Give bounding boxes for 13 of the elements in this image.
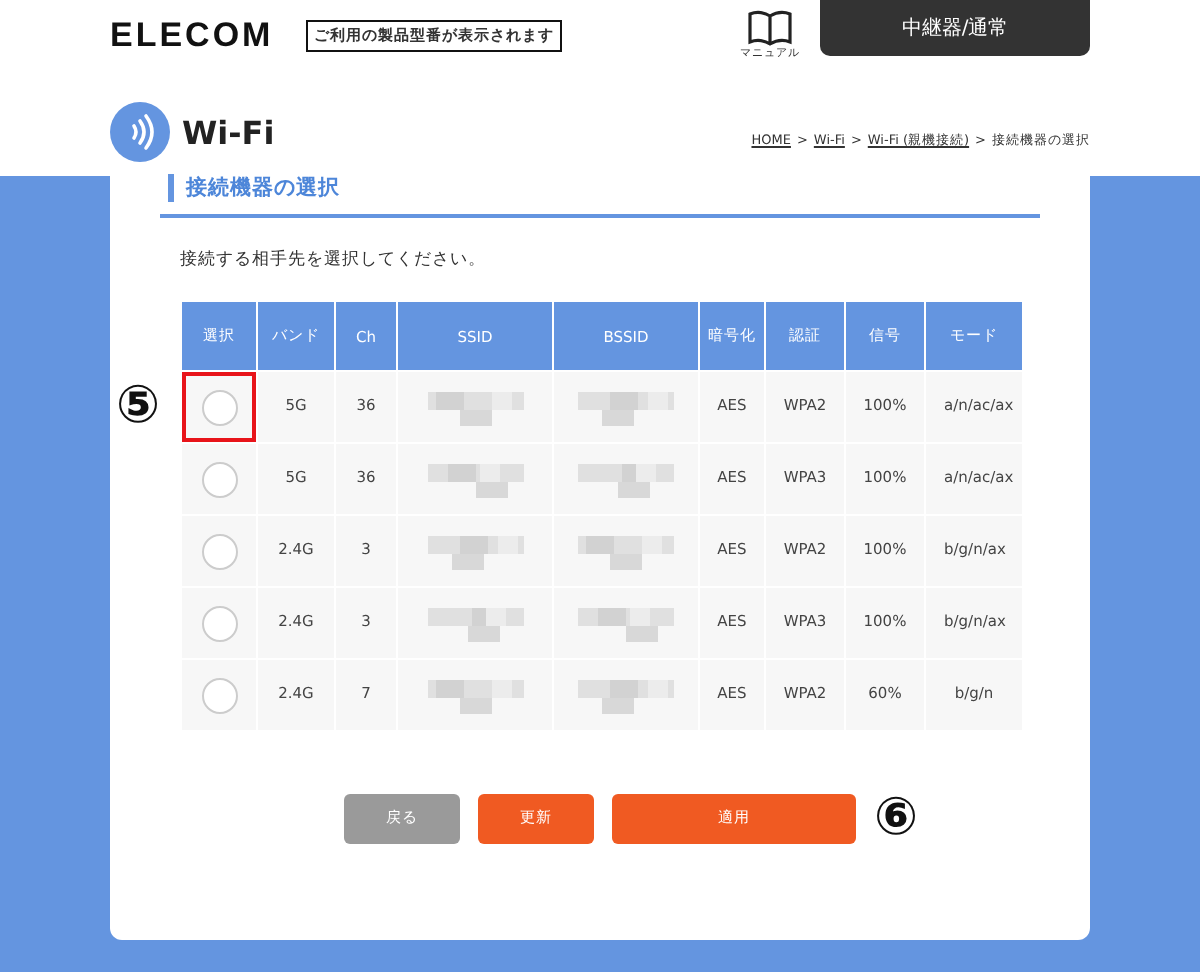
instruction-text: 接続する相手先を選択してください。 [180,248,488,272]
step-number: ⑤ [116,380,161,432]
radio-button[interactable] [201,533,237,569]
section-heading: 接続機器の選択 [168,174,340,202]
logo: ELECOM [110,16,276,56]
wifi-icon [110,102,170,162]
radio-button[interactable] [201,605,237,641]
step-number: ⑥ [874,792,919,844]
radio-button[interactable] [201,461,237,497]
book-icon [748,10,792,46]
page-title: Wi-Fi [182,113,275,151]
radio-button[interactable] [201,389,237,425]
radio-button[interactable] [201,677,237,713]
